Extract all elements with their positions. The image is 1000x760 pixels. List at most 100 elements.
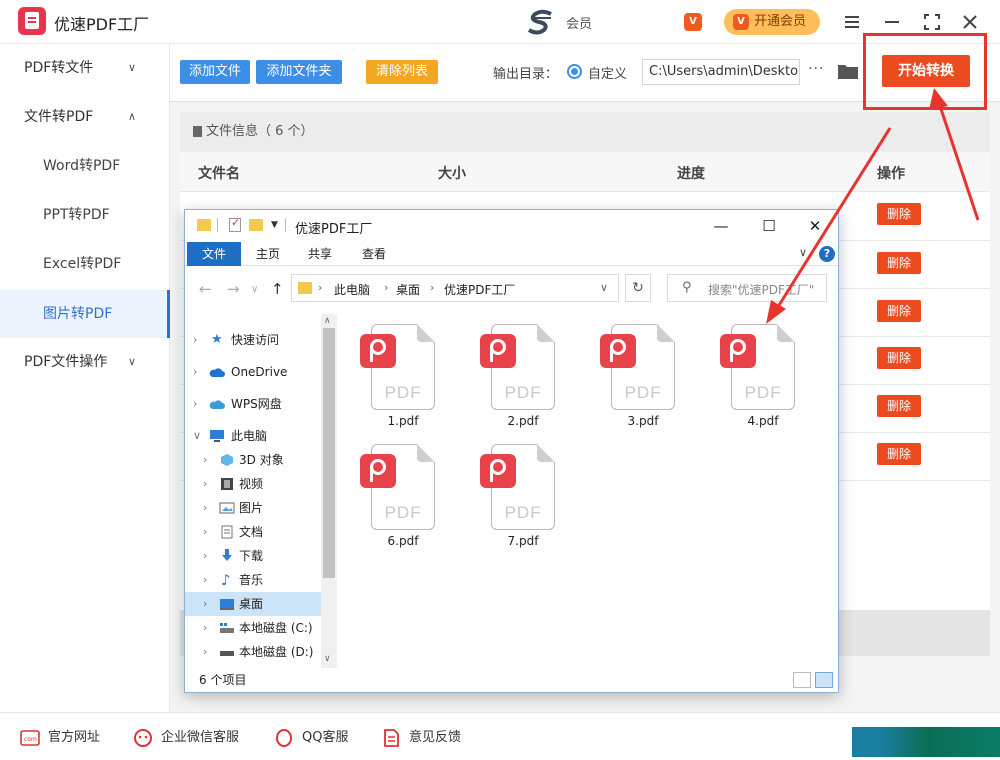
refresh-icon[interactable]: ↻ [625, 274, 651, 302]
nav-item-3d-objects[interactable]: › 3D 对象 [185, 448, 321, 472]
delete-button[interactable]: 删除 [877, 203, 921, 225]
up-arrow-icon[interactable]: ↑ [271, 280, 284, 298]
nav-scrollbar[interactable]: ∧ ∨ [321, 314, 337, 668]
delete-button[interactable]: 删除 [877, 300, 921, 322]
close-icon[interactable]: ✕ [805, 216, 825, 236]
file-item[interactable]: PDF 3.pdf [579, 310, 679, 428]
explorer-title: 优速PDF工厂 [295, 222, 373, 237]
chevron-down-icon[interactable]: ∨ [799, 246, 807, 259]
nav-item-downloads[interactable]: › 下载 [185, 544, 321, 568]
explorer-ribbon: 文件 主页 共享 查看 ∨ ? [185, 242, 838, 266]
file-item[interactable]: PDF 7.pdf [459, 430, 559, 548]
breadcrumb-desktop[interactable]: 桌面 [396, 281, 420, 298]
file-item[interactable]: PDF 6.pdf [339, 430, 439, 548]
forward-icon[interactable]: → [227, 280, 240, 298]
sidebar-item-label: PDF文件操作 [24, 354, 108, 370]
column-header: 进度 [677, 166, 705, 182]
cloud-icon [209, 400, 225, 409]
nav-item-music[interactable]: › ♪ 音乐 [185, 568, 321, 592]
sidebar-item-word-to-pdf[interactable]: Word转PDF [0, 142, 170, 190]
qq-service-link[interactable]: QQ客服 [274, 727, 348, 749]
nav-label: OneDrive [231, 365, 288, 379]
maximize-icon[interactable] [920, 10, 944, 34]
sidebar-item-pdf-operations[interactable]: PDF文件操作 ∨ [0, 338, 170, 386]
search-input[interactable]: ⚲ 搜索"优速PDF工厂" [667, 274, 827, 302]
nav-item-documents[interactable]: › 文档 [185, 520, 321, 544]
nav-item-desktop[interactable]: › 桌面 [185, 592, 321, 616]
nav-item-this-pc[interactable]: ∨ 此电脑 [185, 424, 321, 448]
sidebar-item-pdf-to-file[interactable]: PDF转文件 ∨ [0, 44, 170, 92]
chevron-down-icon[interactable]: ▼ [271, 220, 278, 230]
add-folder-button[interactable]: 添加文件夹 [256, 60, 342, 84]
delete-button[interactable]: 删除 [877, 395, 921, 417]
pdf-logo-icon [360, 334, 396, 368]
file-info-bar: 文件信息（ 6 个） [180, 112, 990, 152]
sidebar-item-ppt-to-pdf[interactable]: PPT转PDF [0, 191, 170, 239]
properties-icon[interactable] [229, 216, 241, 232]
official-site-link[interactable]: com 官方网址 [20, 727, 100, 749]
close-icon[interactable] [958, 10, 982, 34]
pdf-icon-text: PDF [744, 383, 782, 402]
explorer-title-bar: ▼ 优速PDF工厂 — ☐ ✕ [185, 210, 838, 242]
wechat-service-link[interactable]: 企业微信客服 [133, 727, 239, 749]
nav-item-pictures[interactable]: › 图片 [185, 496, 321, 520]
tab-view[interactable]: 查看 [355, 242, 393, 266]
nav-item-videos[interactable]: › 视频 [185, 472, 321, 496]
nav-item-quick-access[interactable]: › ★ 快速访问 [185, 328, 321, 352]
scroll-up-icon[interactable]: ∧ [324, 316, 331, 326]
sidebar-item-image-to-pdf[interactable]: 图片转PDF [0, 290, 170, 338]
nav-label: 3D 对象 [239, 453, 284, 467]
column-header: 大小 [438, 166, 466, 182]
vip-icon[interactable]: V [684, 13, 702, 31]
nav-item-wps[interactable]: › WPS网盘 [185, 392, 321, 416]
minimize-icon[interactable] [880, 10, 904, 34]
folder-icon[interactable] [838, 63, 858, 79]
scroll-down-icon[interactable]: ∨ [324, 654, 331, 664]
scroll-thumb[interactable] [323, 328, 335, 578]
pdf-icon-text: PDF [384, 383, 422, 402]
file-item[interactable]: PDF 1.pdf [339, 310, 439, 428]
folder-icon [197, 219, 211, 231]
file-item[interactable]: PDF 4.pdf [699, 310, 799, 428]
sidebar-item-file-to-pdf[interactable]: 文件转PDF ∧ [0, 93, 170, 141]
delete-button[interactable]: 删除 [877, 443, 921, 465]
more-icon[interactable]: ··· [808, 61, 824, 77]
nav-item-onedrive[interactable]: › OneDrive [185, 360, 321, 384]
nav-item-drive-d[interactable]: › 本地磁盘 (D:) [185, 640, 321, 664]
chevron-down-icon[interactable]: ∨ [251, 284, 258, 295]
custom-radio[interactable] [567, 64, 582, 79]
menu-icon[interactable] [840, 10, 864, 34]
search-placeholder: 搜索"优速PDF工厂" [708, 283, 815, 297]
pdf-logo-icon [720, 334, 756, 368]
large-icons-view-icon[interactable] [815, 672, 833, 688]
sidebar-item-excel-to-pdf[interactable]: Excel转PDF [0, 240, 170, 288]
breadcrumb-folder[interactable]: 优速PDF工厂 [444, 281, 515, 298]
new-folder-icon[interactable] [249, 219, 263, 231]
output-path-field[interactable]: C:\Users\admin\Deskto [642, 59, 800, 85]
file-item[interactable]: PDF 2.pdf [459, 310, 559, 428]
tab-file[interactable]: 文件 [187, 242, 241, 266]
chevron-down-icon[interactable]: ∨ [600, 281, 608, 294]
help-icon[interactable]: ? [819, 246, 835, 262]
maximize-icon[interactable]: ☐ [759, 216, 779, 236]
nav-item-drive-c[interactable]: › 本地磁盘 (C:) [185, 616, 321, 640]
tab-home[interactable]: 主页 [249, 242, 287, 266]
add-file-button[interactable]: 添加文件 [180, 60, 250, 84]
download-icon [222, 549, 232, 561]
delete-button[interactable]: 删除 [877, 252, 921, 274]
column-header: 文件名 [198, 166, 240, 182]
tab-share[interactable]: 共享 [301, 242, 339, 266]
file-name: 1.pdf [387, 414, 419, 428]
delete-button[interactable]: 删除 [877, 347, 921, 369]
details-view-icon[interactable] [793, 672, 811, 688]
back-icon[interactable]: ← [199, 280, 212, 298]
footer-label: 官方网址 [48, 730, 101, 745]
ad-banner[interactable] [852, 727, 1000, 757]
address-field[interactable]: › 此电脑 › 桌面 › 优速PDF工厂 ∨ [291, 274, 619, 302]
website-icon: com [20, 730, 40, 746]
minimize-icon[interactable]: — [711, 216, 731, 236]
feedback-link[interactable]: 意见反馈 [381, 727, 461, 749]
clear-list-button[interactable]: 清除列表 [366, 60, 438, 84]
open-vip-button[interactable]: V 开通会员 [724, 9, 820, 35]
breadcrumb-this-pc[interactable]: 此电脑 [334, 281, 370, 298]
